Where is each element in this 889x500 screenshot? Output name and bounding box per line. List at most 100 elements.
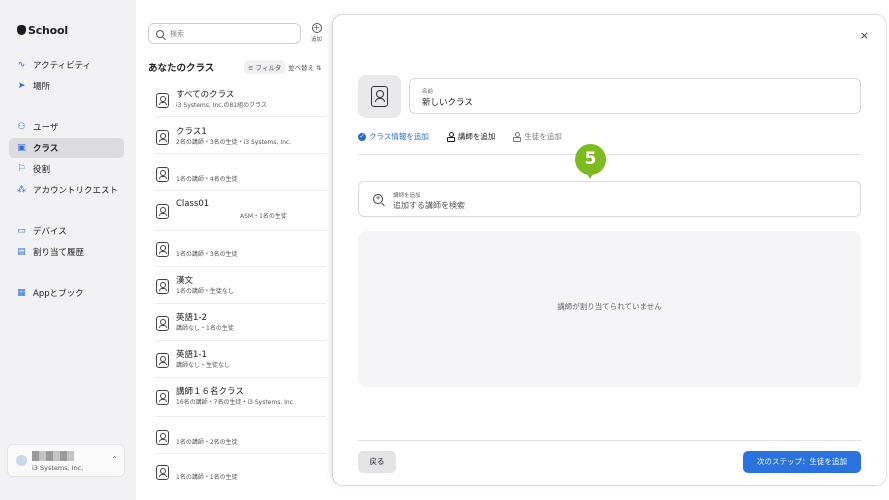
person-icon [513, 132, 522, 142]
add-search-icon: + [373, 194, 383, 204]
divider [156, 453, 326, 454]
avatar [16, 455, 27, 466]
class-icon [156, 279, 169, 294]
account-switcher[interactable]: i3 Systems, Inc. ⌃ [7, 444, 125, 477]
step-add-students[interactable]: 生徒を追加 [513, 131, 562, 142]
divider [156, 153, 326, 154]
class-name: Class01 [176, 199, 210, 209]
step-indicator: ✓ クラス情報を追加 講師を追加 生徒を追加 [358, 131, 562, 142]
class-icon: ▣ [17, 143, 26, 153]
sidebar-item-label: クラス [33, 144, 59, 154]
list-title: あなたのクラス [148, 63, 215, 74]
class-icon [156, 353, 169, 368]
filter-label: フィルタ [255, 64, 282, 72]
divider [156, 303, 326, 304]
laptop-icon: ▭ [17, 226, 26, 236]
sidebar-item-roles[interactable]: ⚐ 役割 [9, 159, 124, 179]
sidebar-item-apps-books[interactable]: ▦ Appとブック [9, 283, 124, 303]
divider [358, 154, 861, 155]
back-button[interactable]: 戻る [358, 451, 396, 473]
class-detail: 1名の講師・生徒なし [176, 288, 234, 295]
flag-icon: ⚐ [17, 164, 26, 174]
add-class-button[interactable]: + 追加 [308, 23, 325, 43]
class-list-pane: 検索 + 追加 あなたのクラス ≡ フィルタ 並べ替え ⇅ すべてのクラス i3 … [136, 0, 332, 500]
class-detail: 2名の講師・3名の生徒・i3 Systems, Inc. [176, 139, 292, 146]
divider [156, 116, 326, 117]
class-icon [156, 130, 169, 145]
sidebar-item-activity[interactable]: ∿ アクティビティ [9, 55, 124, 75]
sidebar-item-devices[interactable]: ▭ デバイス [9, 221, 124, 241]
class-name: すべてのクラス [176, 90, 235, 100]
location-icon: ➤ [17, 81, 26, 91]
apple-logo-icon [17, 25, 26, 35]
sidebar-item-classes[interactable]: ▣ クラス [9, 138, 124, 158]
sidebar-item-label: アクティビティ [33, 61, 92, 71]
step-add-teachers[interactable]: 講師を追加 [446, 131, 496, 142]
class-name-field[interactable]: 名前 新しいクラス [409, 78, 861, 114]
sidebar-item-users[interactable]: ⚇ ユーザ [9, 117, 124, 137]
filter-icon: ≡ [248, 64, 256, 72]
sort-button[interactable]: 並べ替え ⇅ [288, 62, 322, 72]
class-icon [156, 390, 169, 405]
divider [156, 377, 326, 378]
app-brand: School [17, 24, 68, 37]
sidebar: School ∿ アクティビティ ➤ 場所 ⚇ ユーザ ▣ クラス ⚐ 役割 ⁂ アカウント… [0, 0, 136, 500]
class-image-button[interactable] [358, 75, 401, 118]
close-icon: × [859, 29, 869, 42]
person-icon [446, 132, 455, 142]
class-detail: 16名の講師・7名の生徒・i3 Systems, Inc. [176, 399, 295, 406]
sort-icon: ⇅ [314, 64, 322, 72]
new-class-panel: × 名前 新しいクラス ✓ クラス情報を追加 講師を追加 生徒を追加 5 + 講師… [333, 15, 886, 485]
account-org: i3 Systems, Inc. [32, 464, 84, 472]
step-add-class-info[interactable]: ✓ クラス情報を追加 [358, 131, 429, 142]
class-detail: 1名の講師・1名の生徒 [176, 474, 238, 481]
teacher-search-label: 講師を追加 [393, 193, 421, 199]
apps-icon: ▦ [17, 288, 26, 298]
class-name: クラス1 [176, 127, 207, 137]
chevron-updown-icon: ⌃ [111, 455, 118, 464]
sidebar-item-label: 割り当て履歴 [33, 248, 85, 258]
search-input[interactable]: 検索 [148, 23, 301, 44]
step-callout-badge: 5 [575, 144, 606, 179]
filter-button[interactable]: ≡ フィルタ [244, 60, 286, 74]
step-label: 講師を追加 [457, 132, 496, 141]
empty-message: 講師が割り当てられていません [557, 302, 662, 311]
search-placeholder: 検索 [170, 29, 184, 38]
users-icon: ⚇ [17, 122, 26, 132]
class-detail: 講師なし・生徒なし [176, 362, 231, 369]
class-icon [156, 430, 169, 445]
sidebar-item-label: ユーザ [33, 123, 59, 133]
list-item[interactable]: 講師１６名クラス 16名の講師・7名の生徒・i3 Systems, Inc. [156, 385, 326, 419]
sidebar-item-label: Appとブック [33, 289, 84, 299]
divider [156, 190, 326, 191]
close-button[interactable]: × [860, 29, 869, 42]
class-detail: 1名の講師・4名の生徒 [176, 176, 238, 183]
list-item[interactable]: 1名の講師・1名の生徒 [156, 460, 326, 494]
teacher-search-input[interactable]: + 講師を追加 追加する講師を検索 [358, 181, 861, 217]
list-item[interactable]: Class01 ASM・1名の生徒 [156, 199, 326, 233]
divider [156, 230, 326, 231]
teacher-list-empty: 講師が割り当てられていません [358, 231, 861, 387]
sidebar-item-label: アカウントリクエスト [33, 186, 119, 196]
sidebar-item-locations[interactable]: ➤ 場所 [9, 76, 124, 96]
add-label: 追加 [310, 37, 322, 43]
sidebar-item-label: 役割 [33, 165, 51, 175]
sidebar-item-assignment-history[interactable]: ▤ 割り当て履歴 [9, 242, 124, 262]
class-detail: ASM・1名の生徒 [240, 213, 287, 220]
teacher-search-placeholder: 追加する講師を検索 [393, 201, 465, 210]
search-icon [156, 29, 164, 38]
class-detail: 1名の講師・2名の生徒 [176, 439, 238, 446]
sidebar-item-label: デバイス [33, 227, 67, 237]
sidebar-item-account-requests[interactable]: ⁂ アカウントリクエスト [9, 180, 124, 200]
activity-icon: ∿ [17, 60, 26, 70]
class-icon [156, 465, 169, 480]
next-step-button[interactable]: 次のステップ：生徒を追加 [743, 451, 861, 473]
class-name: 英語1-1 [176, 350, 207, 360]
divider [358, 440, 861, 441]
class-icon [156, 93, 169, 108]
class-detail: 1名の講師・3名の生徒 [176, 251, 238, 258]
plus-icon: + [311, 23, 322, 33]
class-name: 講師１６名クラス [176, 387, 244, 397]
class-detail: i3 Systems, Inc.の81組のクラス [176, 102, 267, 109]
class-icon [156, 167, 169, 182]
